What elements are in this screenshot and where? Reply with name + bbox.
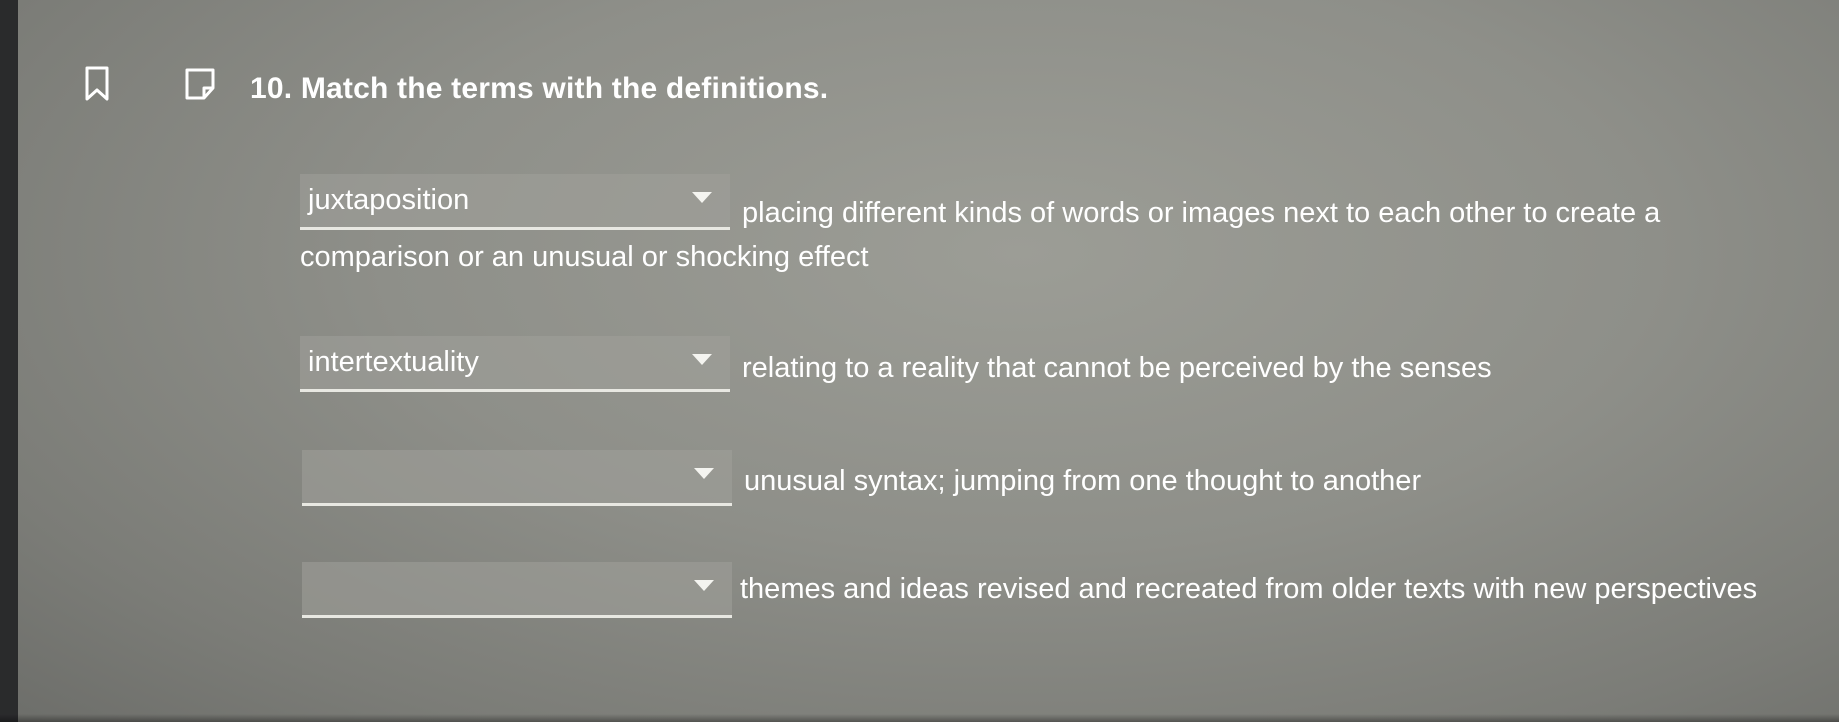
question-title: 10. Match the terms with the definitions… xyxy=(250,72,829,105)
screen-bezel xyxy=(0,714,1839,722)
note-icon[interactable] xyxy=(182,66,218,102)
definition-4: themes and ideas revised and recreated f… xyxy=(740,573,1758,605)
dropdown-selected-value: juxtaposition xyxy=(308,184,470,216)
chevron-down-icon xyxy=(694,468,714,479)
definition-1-line-1: placing different kinds of words or imag… xyxy=(742,197,1661,229)
definition-2: relating to a reality that cannot be per… xyxy=(742,352,1492,384)
chevron-down-icon xyxy=(692,354,712,365)
definition-3: unusual syntax; jumping from one thought… xyxy=(744,465,1422,497)
term-dropdown-1[interactable]: juxtaposition xyxy=(300,174,730,230)
dropdown-selected-value: intertextuality xyxy=(308,346,479,378)
term-dropdown-3[interactable] xyxy=(302,450,732,506)
definition-1-line-2: comparison or an unusual or shocking eff… xyxy=(300,241,869,273)
chevron-down-icon xyxy=(694,580,714,591)
term-dropdown-4[interactable] xyxy=(302,562,732,618)
chevron-down-icon xyxy=(692,192,712,203)
term-dropdown-2[interactable]: intertextuality xyxy=(300,336,730,392)
bookmark-icon[interactable] xyxy=(84,66,110,102)
